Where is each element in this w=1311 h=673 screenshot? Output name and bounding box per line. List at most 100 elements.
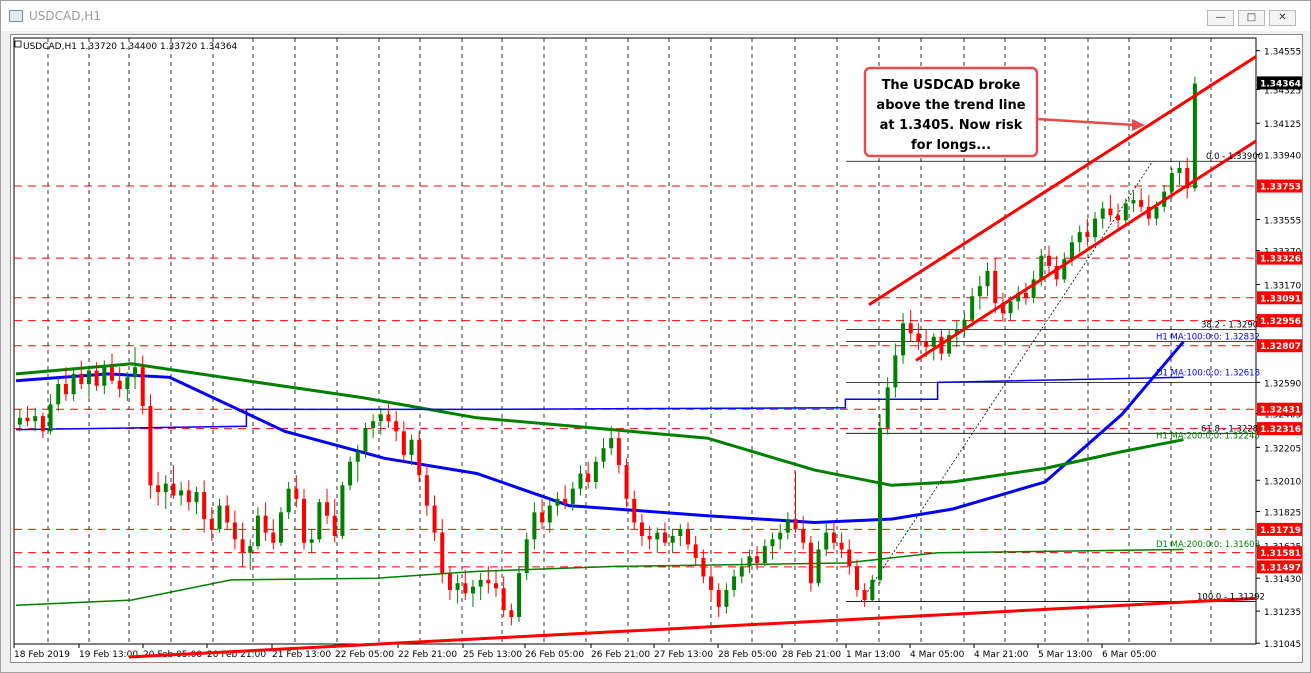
candle-body [1077,232,1082,243]
candle-body [977,286,982,297]
candle-body [816,549,821,584]
candle-body [194,492,199,503]
y-tick-label: 1.32010 [1264,477,1301,487]
y-tick-label: 1.34555 [1264,48,1301,58]
candle-body [186,490,191,503]
candle-body [662,532,667,543]
candle-body [916,333,921,342]
candle-body [232,522,237,540]
candle-body [355,451,360,462]
candle-body [401,431,406,455]
candle-body [409,439,414,455]
candle-body [248,546,253,553]
candle-body [1192,83,1197,189]
candle-body [609,438,614,449]
candle-body [156,485,161,493]
candle-body [148,405,153,486]
annotation-line: at 1.3405. Now risk [880,118,1023,133]
candle-body [71,373,76,395]
candle-body [125,377,130,390]
candle-body [1169,173,1174,192]
maximize-button[interactable]: □ [1238,10,1265,26]
annotation-line: above the trend line [876,98,1025,113]
candle-body [1177,167,1182,174]
y-tick-label: 1.33555 [1264,216,1301,226]
candle-body [570,488,575,504]
y-tick-label: 1.31235 [1264,608,1301,618]
x-tick-label: 26 Feb 05:00 [525,650,584,660]
price-label: 1.31497 [1260,563,1301,573]
candle-body [56,384,61,405]
candle-body [440,532,445,574]
candle-body [839,542,844,550]
candle-body [555,498,560,506]
candle-body [424,475,429,506]
minimize-button[interactable]: — [1207,10,1234,26]
price-label: 1.33091 [1260,294,1301,304]
candle-body [302,498,306,543]
candle-body [340,485,345,536]
candle-body [102,367,107,386]
candle-body [716,589,721,607]
candle-body [593,461,598,482]
annotation-line: for longs... [911,138,991,153]
candle-body [878,427,882,580]
window-titlebar[interactable]: USDCAD,H1 — □ ✕ [1,1,1310,31]
candle-body [317,502,322,540]
candle-body [693,544,698,558]
level-label: 0.0 - 1.33900 [1206,152,1263,162]
candle-body [278,512,283,543]
candle-body [616,438,621,466]
level-label: D1 MA:100:0:0: 1.32618 [1156,369,1260,379]
candle-body [1139,200,1144,207]
candle-body [547,505,552,523]
candle-body [893,355,898,388]
candle-body [1039,255,1044,280]
candle-body [1154,206,1159,219]
candle-body [110,367,114,381]
candle-body [48,404,53,432]
level-label: H1 MA:100:0:0: 1.32832 [1156,333,1260,343]
candle-body [778,532,783,540]
x-tick-label: 5 Mar 13:00 [1038,650,1093,660]
candle-body [517,573,522,617]
candle-body [1116,215,1121,221]
candle-body [1093,218,1098,238]
candle-body [801,529,806,543]
x-tick-label: 21 Feb 13:00 [272,650,331,660]
symbol-info-marker [14,40,22,48]
candle-body [463,583,468,594]
chart-window: USDCAD,H1 — □ ✕ 1.34555 1.34325 1.34125 1.3… [0,0,1311,673]
candle-body [33,416,38,422]
indicator-h1-ma-100 [15,340,1185,525]
candle-body [578,473,583,489]
level-label: D1 MA:200:0:0: 1.31603 [1156,540,1260,550]
candle-body [494,583,498,589]
candle-body [486,579,491,584]
candle-body [202,492,207,520]
candle-body [770,539,775,547]
price-label: 1.31719 [1260,526,1301,536]
price-label: 1.33753 [1260,183,1301,193]
level-label: 38.2 - 1.32904 [1201,320,1264,330]
candle-body [647,535,652,540]
x-tick-label: 28 Feb 05:00 [718,650,777,660]
candle-body [586,473,591,482]
lower-trend-line [128,596,1257,659]
candle-body [824,532,829,550]
candle-body [724,589,729,607]
candle-body [209,519,214,530]
level-label: H1 MA:200:0:0: 1.32245 [1156,432,1260,442]
close-button[interactable]: ✕ [1269,10,1296,26]
price-label: 1.32956 [1260,317,1301,327]
y-tick-label: 1.33940 [1264,151,1301,161]
candle-body [171,483,176,496]
candle-body [931,336,936,347]
candle-body [1023,292,1028,298]
x-tick-label: 19 Feb 13:00 [79,650,138,660]
chart-area[interactable]: 1.345551.343251.341251.339401.335551.333… [10,34,1303,663]
candle-body [1123,203,1128,221]
price-chart[interactable]: 1.345551.343251.341251.339401.335551.333… [11,35,1302,662]
candle-body [678,529,683,536]
candle-body [140,367,145,406]
